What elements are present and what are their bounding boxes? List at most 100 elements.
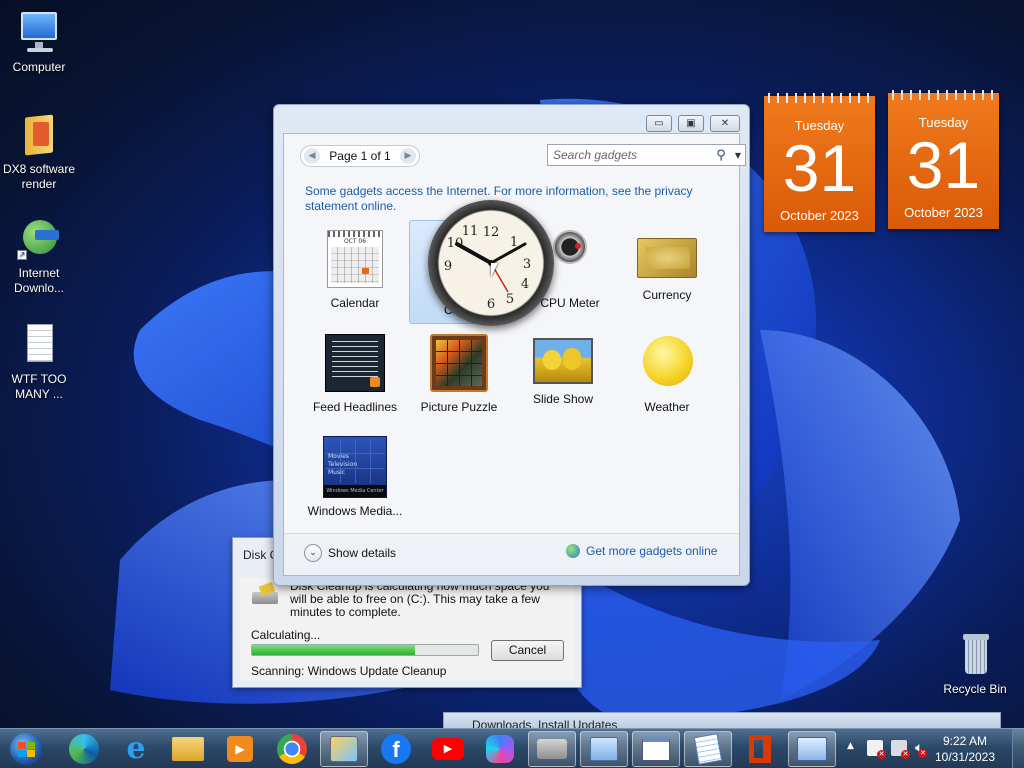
taskbar-gadgets[interactable] <box>788 731 836 767</box>
clock-date: 10/31/2023 <box>934 750 996 764</box>
window-icon <box>642 737 670 761</box>
taskbar: e ▶ f ▶ ▲ ✕ ✕ 🔈︎ ✕ 9:22 AM 10/31/2023 <box>0 728 1024 768</box>
gadget-picture-puzzle[interactable]: Picture Puzzle <box>409 328 509 432</box>
minimize-button[interactable]: ▭ <box>646 115 672 132</box>
text-file-icon <box>15 322 63 368</box>
gadget-windows-media-center[interactable]: Movies Television Music Windows Media Ce… <box>305 432 405 536</box>
slide-show-icon <box>533 338 593 384</box>
feed-headlines-icon <box>325 334 385 392</box>
disk-cleanup-message: Disk Cleanup is calculating how much spa… <box>290 580 550 619</box>
taskbar-chrome[interactable] <box>268 731 316 767</box>
windows-media-center-icon: Movies Television Music Windows Media Ce… <box>323 436 387 498</box>
search-gadgets-input[interactable]: Search gadgets ⚲ ▼ <box>547 144 746 166</box>
folder-icon <box>15 112 63 158</box>
calendar-gadget[interactable]: Tuesday 31 October 2023 <box>764 93 875 232</box>
mouse-pointer-icon <box>491 263 498 277</box>
computer-icon <box>15 10 63 56</box>
picture-puzzle-icon <box>430 334 488 392</box>
volume-muted-icon[interactable]: 🔈︎ ✕ <box>915 740 928 758</box>
svg-text:3: 3 <box>523 257 531 272</box>
desktop-icon-label: WTF TOO MANY ... <box>11 372 67 401</box>
gadget-gallery-window: ▭ ▣ ✕ ◀ Page 1 of 1 ▶ Search gadgets ⚲ ▼… <box>273 104 750 586</box>
disk-cleanup-progress <box>251 644 479 656</box>
media-thumb-footer: Windows Media Center <box>324 485 386 497</box>
desktop-icon-dx8[interactable]: DX8 software render <box>1 112 77 192</box>
desktop-icon-recycle-bin[interactable]: Recycle Bin <box>937 632 1013 697</box>
gadget-calendar[interactable]: OCT 06 Calendar <box>305 224 405 328</box>
calendar-month: October 2023 <box>780 208 859 223</box>
desktop-icon-label: DX8 software render <box>2 162 76 191</box>
taskbar-copilot[interactable] <box>476 731 524 767</box>
taskbar-disk-cleanup[interactable] <box>528 731 576 767</box>
media-thumb-line: Television <box>328 461 358 468</box>
windows-logo-icon <box>10 733 42 765</box>
internet-explorer-icon: e <box>126 731 146 766</box>
gadget-gallery-footer: ⌄ Show details Get more gadgets online <box>284 533 739 575</box>
taskbar-clock[interactable]: 9:22 AM 10/31/2023 <box>930 733 1000 765</box>
search-dropdown-icon[interactable]: ▼ <box>731 151 745 160</box>
media-player-icon: ▶ <box>227 736 253 762</box>
gadget-label: Picture Puzzle <box>420 400 498 414</box>
page-indicator: Page 1 of 1 <box>329 149 391 163</box>
media-thumb-line: Music <box>328 469 346 476</box>
page-navigator: ◀ Page 1 of 1 ▶ <box>300 145 420 167</box>
next-page-button[interactable]: ▶ <box>399 148 416 164</box>
taskbar-office[interactable] <box>736 731 784 767</box>
taskbar-internet-explorer[interactable]: e <box>112 731 160 767</box>
taskbar-paint[interactable] <box>320 731 368 767</box>
action-center-icon[interactable]: ✕ <box>867 740 886 759</box>
desktop-icon-text-file[interactable]: WTF TOO MANY ... <box>1 322 77 402</box>
show-details-toggle[interactable]: ⌄ Show details <box>304 544 396 562</box>
edge-icon <box>69 734 99 764</box>
calendar-thumb-month: OCT 06 <box>343 238 367 245</box>
gadget-label: Calendar <box>330 296 380 310</box>
gadget-label: Feed Headlines <box>312 400 398 414</box>
network-icon[interactable]: ✕ <box>891 740 910 759</box>
gadget-weather[interactable]: Weather <box>617 328 717 432</box>
calendar-month: October 2023 <box>904 205 983 220</box>
currency-icon <box>637 238 697 278</box>
desktop-icon-internet-download[interactable]: ↗ Internet Downlo... <box>1 216 77 296</box>
restore-button[interactable]: ▣ <box>678 115 704 132</box>
calendar-gadget[interactable]: Tuesday 31 October 2023 <box>888 90 999 229</box>
gadget-currency[interactable]: Currency <box>617 224 717 328</box>
start-button[interactable] <box>0 731 52 767</box>
search-placeholder: Search gadgets <box>553 148 638 162</box>
previous-page-button[interactable]: ◀ <box>304 148 320 164</box>
svg-text:12: 12 <box>483 225 500 240</box>
control-panel-icon <box>590 737 618 761</box>
taskbar-media-player[interactable]: ▶ <box>216 731 264 767</box>
search-icon[interactable]: ⚲ <box>711 148 731 163</box>
calendar-rings <box>888 90 999 100</box>
recycle-bin-icon <box>951 632 999 678</box>
show-desktop-button[interactable] <box>1012 729 1024 768</box>
desktop-icon-label: Internet Downlo... <box>13 266 65 295</box>
gadgets-icon <box>797 737 827 761</box>
desktop-icon-computer[interactable]: Computer <box>1 10 77 75</box>
taskbar-youtube[interactable]: ▶ <box>424 731 472 767</box>
taskbar-notepad[interactable] <box>684 731 732 767</box>
taskbar-file-explorer[interactable] <box>164 731 212 767</box>
svg-text:4: 4 <box>521 277 529 292</box>
calendar-date: 31 <box>782 131 857 205</box>
taskbar-facebook[interactable]: f <box>372 731 420 767</box>
desktop-icon-label: Recycle Bin <box>943 682 1007 696</box>
calendar-date: 31 <box>906 128 981 202</box>
chevron-down-icon: ⌄ <box>304 544 322 562</box>
get-more-gadgets-link[interactable]: Get more gadgets online <box>566 544 717 558</box>
close-button[interactable]: ✕ <box>710 115 740 132</box>
gadget-feed-headlines[interactable]: Feed Headlines <box>305 328 405 432</box>
disk-cleanup-icon <box>537 739 567 759</box>
show-hidden-icons-button[interactable]: ▲ <box>847 741 854 751</box>
office-icon <box>749 735 771 763</box>
download-manager-icon: ↗ <box>15 216 63 262</box>
calendar-rings <box>764 93 875 103</box>
taskbar-edge[interactable] <box>60 731 108 767</box>
svg-text:6: 6 <box>487 297 495 312</box>
cancel-button[interactable]: Cancel <box>491 640 564 661</box>
gadget-slide-show[interactable]: Slide Show <box>513 328 613 432</box>
gadget-label: Windows Media... <box>307 504 403 518</box>
media-thumb-line: Movies <box>328 453 349 460</box>
taskbar-remote-desktop[interactable] <box>632 731 680 767</box>
taskbar-control-panel[interactable] <box>580 731 628 767</box>
